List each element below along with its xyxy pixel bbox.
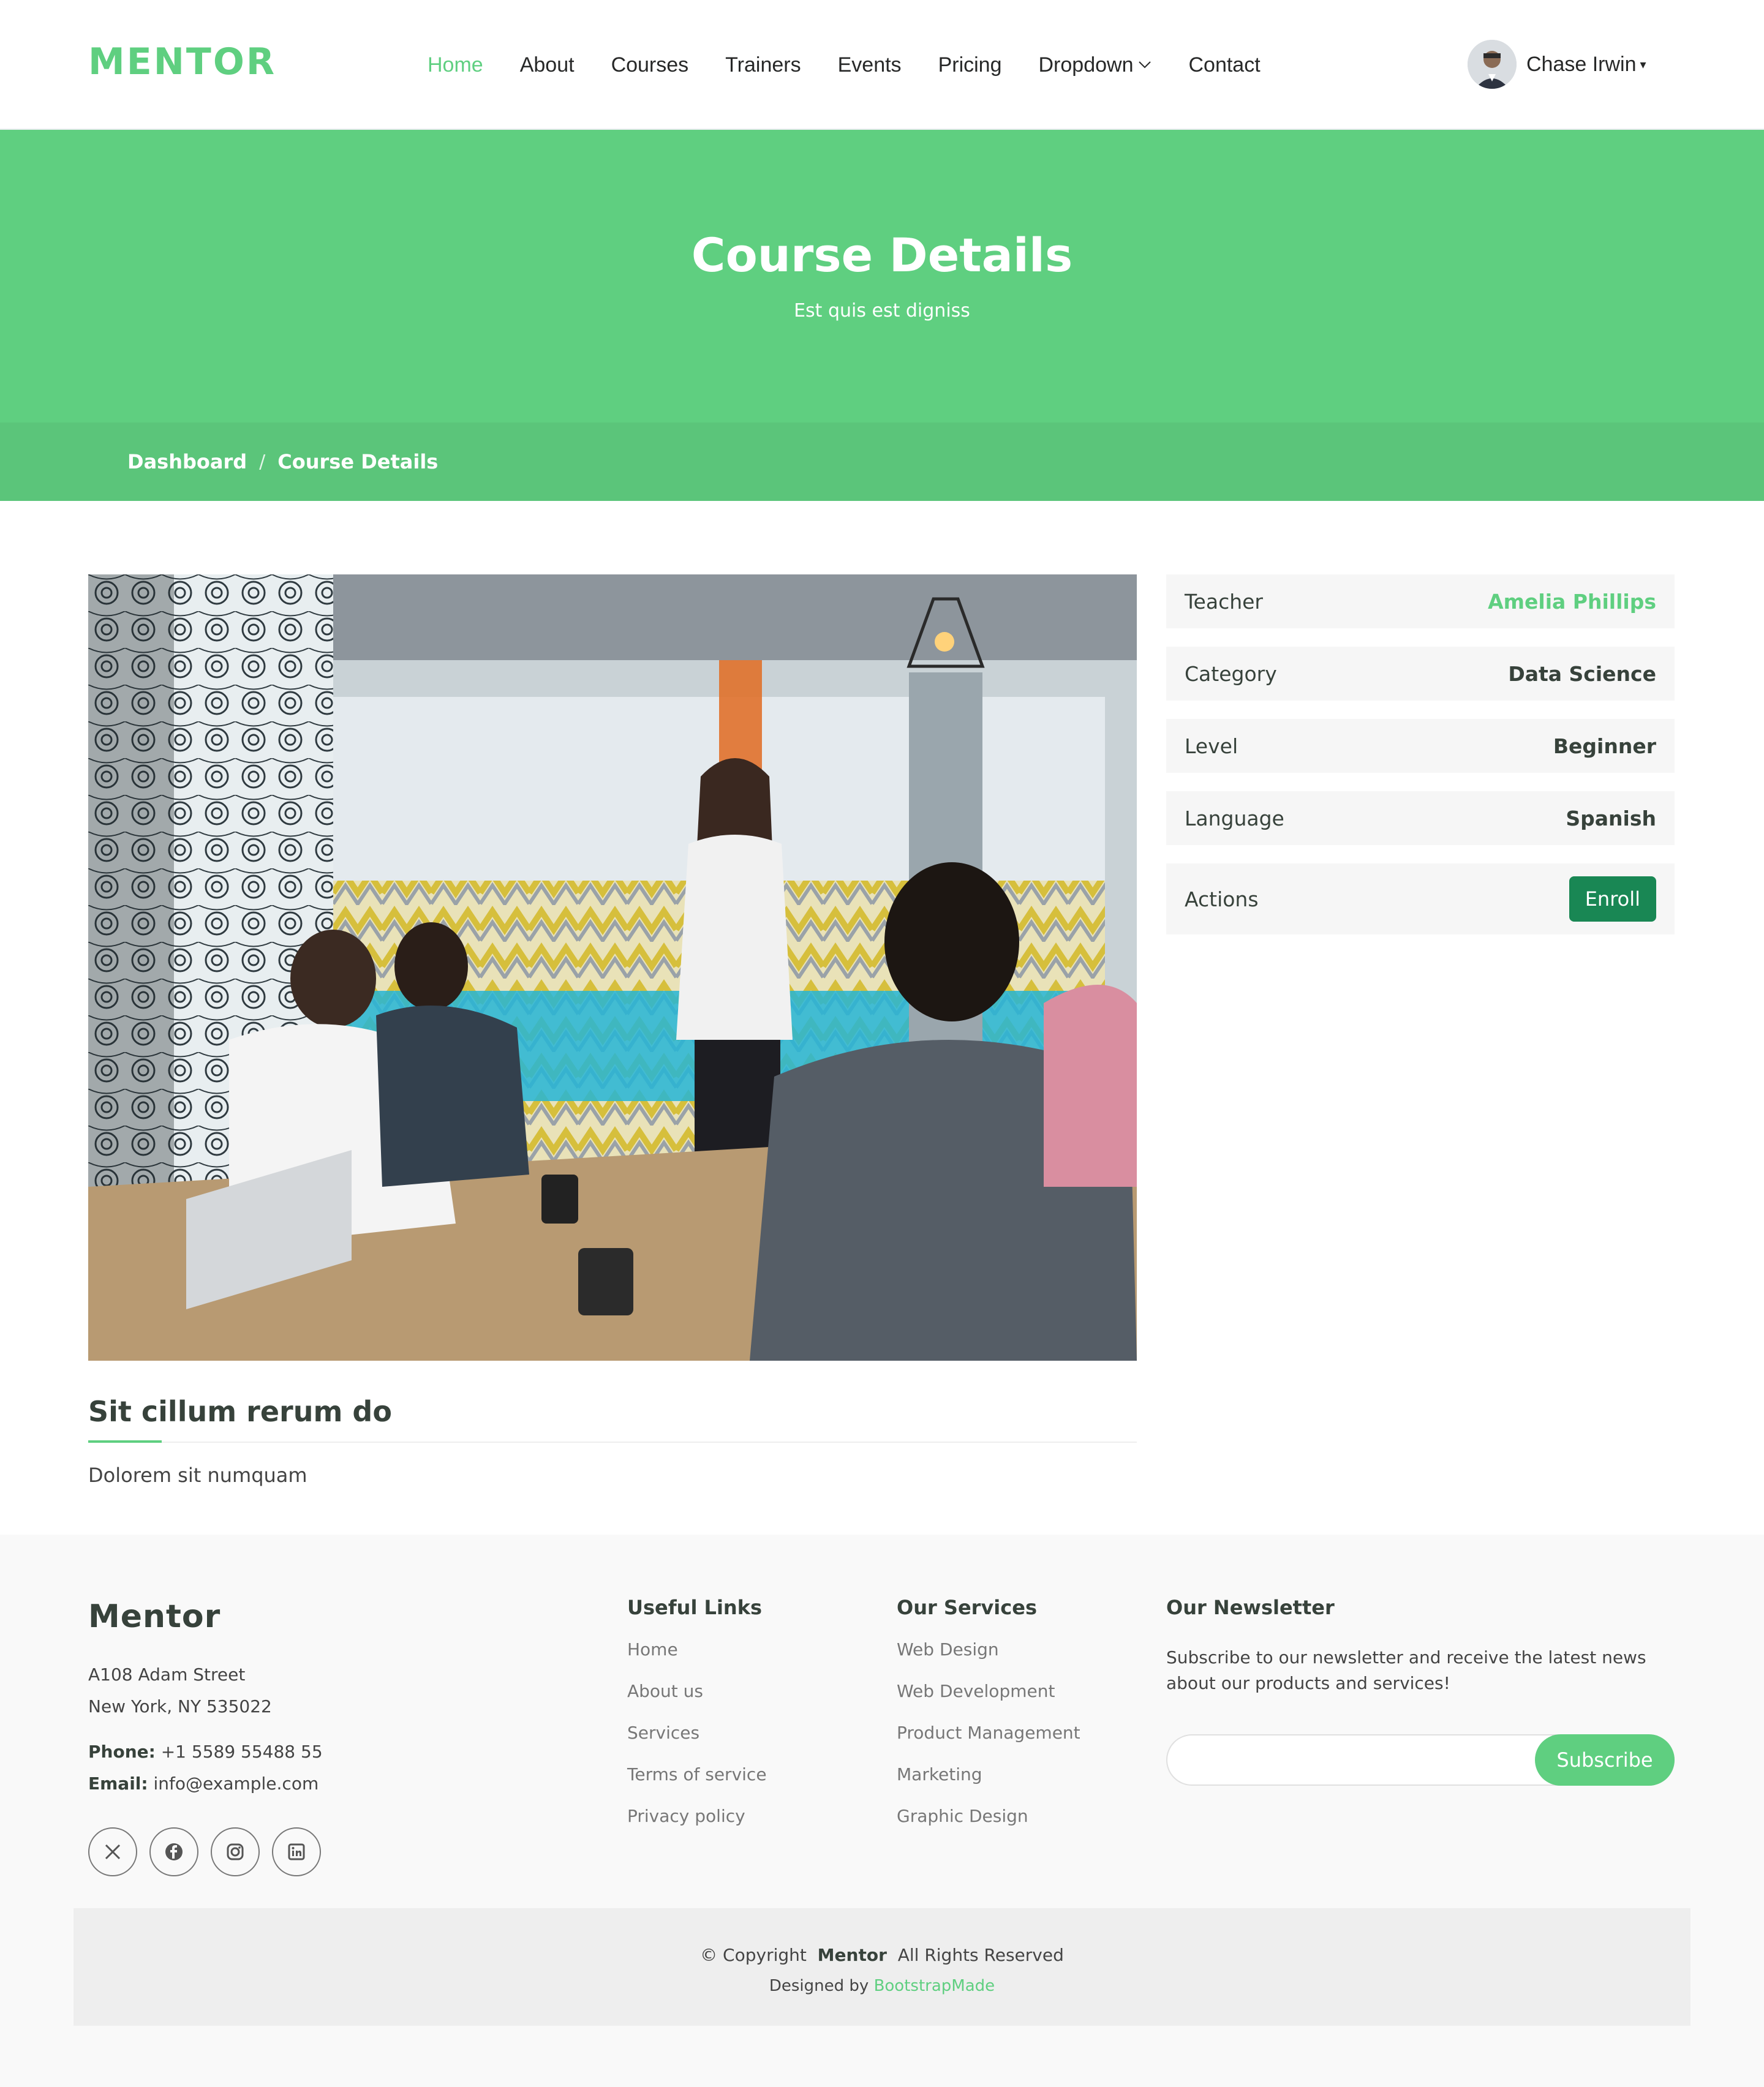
- info-label: Actions: [1185, 887, 1259, 911]
- useful-links-title: Useful Links: [627, 1596, 763, 1619]
- footer-address-line1: A108 Adam Street: [88, 1664, 246, 1685]
- designed-by-label: Designed by: [769, 1977, 869, 1995]
- credits-text: Designed by BootstrapMade: [74, 1977, 1691, 1995]
- nav-trainers[interactable]: Trainers: [725, 53, 801, 77]
- info-row-category: Category Data Science: [1166, 647, 1675, 701]
- nav-about[interactable]: About: [520, 53, 575, 77]
- site-header: MENTOR Home About Courses Trainers Event…: [0, 0, 1764, 130]
- email-label: Email:: [88, 1773, 148, 1794]
- copyright-brand: Mentor: [817, 1945, 887, 1965]
- info-value: Beginner: [1553, 734, 1656, 758]
- footer-link[interactable]: Graphic Design: [897, 1804, 1080, 1846]
- page-subtitle: Est quis est digniss: [794, 300, 970, 322]
- chevron-down-icon: [1138, 57, 1152, 73]
- designer-link[interactable]: BootstrapMade: [874, 1977, 995, 1995]
- footer-useful-links: Useful Links Home About us Services Term…: [627, 1596, 767, 1846]
- course-image: [88, 574, 1137, 1361]
- nav-home[interactable]: Home: [428, 53, 483, 77]
- info-value: Spanish: [1566, 806, 1656, 830]
- services-title: Our Services: [897, 1596, 1037, 1619]
- breadcrumb-separator: /: [259, 451, 266, 473]
- avatar: [1468, 40, 1517, 89]
- info-label: Level: [1185, 734, 1238, 758]
- footer-services: Our Services Web Design Web Development …: [897, 1596, 1080, 1846]
- copyright-bar: © Copyright Mentor All Rights Reserved D…: [74, 1908, 1691, 2026]
- subscribe-button[interactable]: Subscribe: [1535, 1734, 1675, 1786]
- footer-link[interactable]: Services: [627, 1721, 767, 1762]
- footer-link[interactable]: Privacy policy: [627, 1804, 767, 1846]
- nav-dropdown[interactable]: Dropdown: [1039, 53, 1152, 77]
- info-row-language: Language Spanish: [1166, 791, 1675, 845]
- course-heading: Sit cillum rerum do: [88, 1395, 392, 1428]
- footer-address-line2: New York, NY 535022: [88, 1696, 272, 1717]
- phone-label: Phone:: [88, 1742, 156, 1762]
- copyright-text: © Copyright Mentor All Rights Reserved: [74, 1945, 1691, 1965]
- newsletter-text: Subscribe to our newsletter and receive …: [1166, 1647, 1646, 1693]
- footer-link[interactable]: Web Development: [897, 1679, 1080, 1721]
- phone-value: +1 5589 55488 55: [160, 1742, 323, 1762]
- copyright-suffix: All Rights Reserved: [897, 1945, 1064, 1965]
- info-label: Language: [1185, 806, 1284, 830]
- nav-dropdown-label: Dropdown: [1038, 53, 1134, 77]
- social-links: [88, 1827, 333, 1876]
- site-logo[interactable]: MENTOR: [88, 40, 276, 83]
- footer-link[interactable]: Product Management: [897, 1721, 1080, 1762]
- breadcrumb-current: Course Details: [277, 450, 439, 473]
- info-label: Teacher: [1185, 589, 1264, 614]
- newsletter-email-input[interactable]: [1167, 1735, 1535, 1784]
- footer-link[interactable]: Web Design: [897, 1638, 1080, 1679]
- footer-newsletter: Our Newsletter: [1166, 1596, 1335, 1638]
- footer-brand: Mentor: [88, 1598, 221, 1635]
- facebook-icon[interactable]: [149, 1827, 198, 1876]
- nav-contact[interactable]: Contact: [1188, 53, 1260, 77]
- main-nav: Home About Courses Trainers Events Prici…: [428, 50, 1297, 80]
- footer-link[interactable]: About us: [627, 1679, 767, 1721]
- breadcrumb: Dashboard / Course Details: [0, 423, 1764, 501]
- teacher-link[interactable]: Amelia Phillips: [1488, 590, 1656, 614]
- heading-divider: [88, 1442, 1137, 1443]
- x-icon[interactable]: [88, 1827, 137, 1876]
- caret-down-icon: ▾: [1640, 57, 1646, 72]
- copyright-prefix: © Copyright: [700, 1945, 807, 1965]
- footer-link[interactable]: Marketing: [897, 1762, 1080, 1804]
- page-title: Course Details: [691, 228, 1073, 282]
- info-label: Category: [1185, 661, 1277, 686]
- nav-courses[interactable]: Courses: [611, 53, 689, 77]
- newsletter-form: Subscribe: [1166, 1734, 1675, 1786]
- info-value: Data Science: [1508, 661, 1656, 686]
- footer-link[interactable]: Home: [627, 1638, 767, 1679]
- course-description: Dolorem sit numquam: [88, 1464, 307, 1487]
- info-row-teacher: Teacher Amelia Phillips: [1166, 574, 1675, 628]
- enroll-button[interactable]: Enroll: [1569, 876, 1656, 922]
- instagram-icon[interactable]: [211, 1827, 260, 1876]
- breadcrumb-dashboard[interactable]: Dashboard: [127, 450, 247, 473]
- footer-email: Email: info@example.com: [88, 1773, 318, 1794]
- heading-accent-bar: [88, 1440, 162, 1443]
- linkedin-icon[interactable]: [272, 1827, 321, 1876]
- footer-link[interactable]: Terms of service: [627, 1762, 767, 1804]
- info-row-actions: Actions Enroll: [1166, 863, 1675, 934]
- site-footer: Mentor A108 Adam Street New York, NY 535…: [0, 1535, 1764, 2087]
- footer-phone: Phone: +1 5589 55488 55: [88, 1742, 323, 1762]
- info-row-level: Level Beginner: [1166, 719, 1675, 773]
- email-value: info@example.com: [153, 1773, 319, 1794]
- page-hero: Course Details Est quis est digniss: [0, 130, 1764, 423]
- user-menu[interactable]: Chase Irwin ▾: [1468, 39, 1646, 89]
- user-name: Chase Irwin: [1526, 52, 1637, 76]
- nav-pricing[interactable]: Pricing: [938, 53, 1002, 77]
- newsletter-title: Our Newsletter: [1166, 1596, 1335, 1619]
- nav-events[interactable]: Events: [838, 53, 902, 77]
